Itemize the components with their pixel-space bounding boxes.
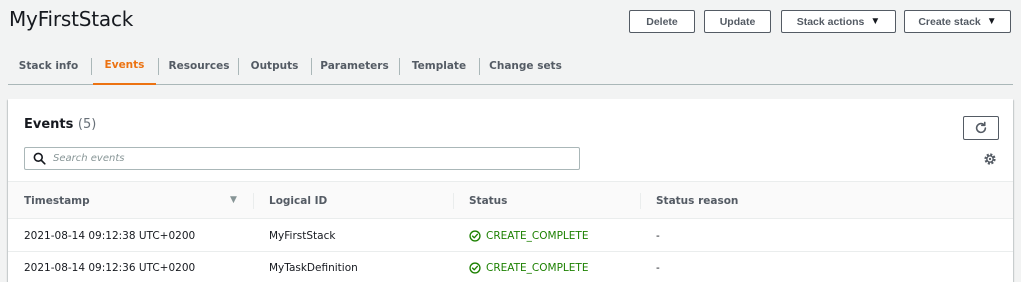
column-divider (453, 193, 454, 209)
search-field[interactable] (24, 147, 580, 170)
column-header-logical-id[interactable]: Logical ID (269, 182, 327, 220)
refresh-icon (975, 121, 987, 134)
tab-parameters[interactable]: Parameters (312, 47, 397, 85)
tab-stack-info[interactable]: Stack info (8, 47, 89, 85)
cell-logical-id: MyTaskDefinition (269, 262, 358, 274)
events-table-header: Timestamp ▼ Logical ID Status Status rea… (8, 181, 1013, 219)
refresh-button[interactable] (963, 116, 999, 140)
cell-status-reason: - (656, 262, 660, 274)
stack-tabs: Stack info Events Resources Outputs Para… (8, 47, 1013, 85)
column-header-status[interactable]: Status (469, 182, 507, 220)
column-divider (640, 193, 641, 209)
cell-status-reason: - (656, 230, 660, 242)
cell-status: CREATE_COMPLETE (469, 220, 588, 252)
stack-actions-button[interactable]: Stack actions ▼ (781, 10, 896, 33)
status-text: CREATE_COMPLETE (486, 262, 589, 274)
column-divider (253, 193, 254, 209)
check-circle-icon (469, 262, 481, 274)
events-heading: Events (5) (24, 117, 96, 132)
check-circle-icon (469, 230, 481, 242)
tab-outputs[interactable]: Outputs (239, 47, 310, 85)
page-title: MyFirstStack (9, 7, 134, 31)
caret-down-icon: ▼ (870, 16, 881, 27)
delete-button-label: Delete (646, 15, 678, 28)
events-panel: Events (5) Timestamp ▼ Logical ID Status… (8, 99, 1013, 282)
tab-resources[interactable]: Resources (160, 47, 238, 85)
update-button[interactable]: Update (704, 10, 771, 33)
column-header-status-reason[interactable]: Status reason (656, 182, 738, 220)
events-count: (5) (77, 117, 97, 132)
cell-logical-id: MyFirstStack (269, 230, 336, 242)
tab-template[interactable]: Template (400, 47, 478, 85)
update-button-label: Update (719, 15, 756, 28)
tab-divider (91, 58, 92, 75)
caret-down-icon: ▼ (986, 16, 997, 27)
create-stack-label: Create stack (918, 15, 981, 28)
cell-timestamp: 2021-08-14 09:12:38 UTC+0200 (24, 230, 196, 242)
sort-descending-icon[interactable]: ▼ (230, 195, 237, 205)
table-row: 2021-08-14 09:12:38 UTC+0200 MyFirstStac… (8, 220, 1013, 252)
tab-change-sets[interactable]: Change sets (480, 47, 571, 85)
tab-events[interactable]: Events (93, 47, 156, 85)
search-icon (33, 152, 47, 166)
status-text: CREATE_COMPLETE (486, 230, 589, 242)
cell-timestamp: 2021-08-14 09:12:36 UTC+0200 (24, 262, 196, 274)
cell-status: CREATE_COMPLETE (469, 252, 588, 282)
settings-icon[interactable] (983, 152, 997, 166)
column-header-timestamp[interactable]: Timestamp (24, 182, 90, 220)
search-input[interactable] (53, 153, 573, 164)
tab-divider (158, 58, 159, 75)
delete-button[interactable]: Delete (629, 10, 695, 33)
table-row: 2021-08-14 09:12:36 UTC+0200 MyTaskDefin… (8, 252, 1013, 282)
events-title: Events (24, 117, 74, 132)
create-stack-button[interactable]: Create stack ▼ (904, 10, 1011, 33)
stack-actions-label: Stack actions (796, 15, 865, 28)
